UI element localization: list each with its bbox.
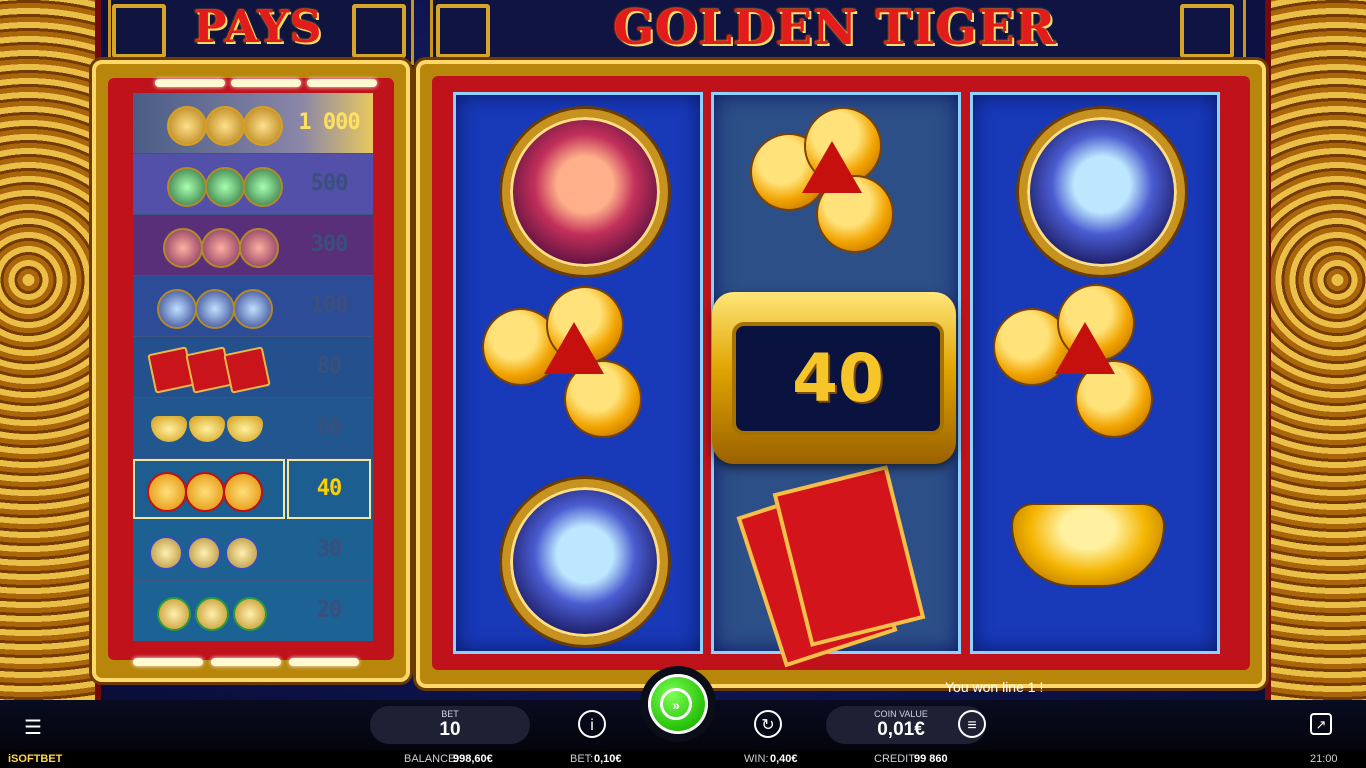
status-bet-label: BET: — [570, 753, 594, 765]
symbol-lucky-coins — [714, 95, 958, 280]
left-gold-ornament — [0, 0, 101, 700]
bet-label: BET — [441, 709, 459, 719]
win-label: WIN: — [744, 753, 769, 765]
paytable-symbol-green-knot-coins — [133, 581, 285, 641]
paytable-symbol-lucky-coins — [133, 459, 285, 519]
symbol-gold-ingot — [973, 465, 1217, 650]
paytable-symbol-red-envelope — [133, 337, 285, 397]
paytable-value: 300 — [310, 232, 349, 257]
paytable-symbol-gold-ingot — [133, 398, 285, 458]
red-ribbon — [802, 141, 862, 193]
red-ribbon — [1055, 322, 1115, 374]
paytable-value: 100 — [310, 293, 349, 318]
gold-ingot — [1013, 505, 1163, 585]
status-bet-value: 0,10€ — [594, 753, 622, 765]
balance-label: BALANCE: — [404, 753, 459, 765]
symbol-red-envelope — [714, 465, 958, 668]
paytable-row: 100 — [133, 276, 373, 337]
paytable-row: 60 — [133, 398, 373, 459]
coin-value: 0,01€ — [877, 719, 925, 740]
paytable-row: 80 — [133, 337, 373, 398]
red-ribbon — [544, 322, 604, 374]
reel-1 — [453, 92, 703, 654]
spin-icon[interactable]: » — [660, 688, 692, 720]
credit-label: CREDIT: — [874, 753, 917, 765]
paytable-row: 40 — [133, 459, 373, 520]
light-pill — [211, 658, 281, 666]
paytable-symbol-golden-tiger — [133, 93, 285, 153]
status-bar: iSOFTBET BALANCE: 998,60€ BET: 0,10€ WIN… — [0, 750, 1366, 768]
win-amount-badge: 40 — [712, 292, 956, 464]
paytable-symbol-blue-tiger — [133, 276, 285, 336]
win-message: You won line 1 ! — [945, 679, 1044, 695]
clock: 21:00 — [1310, 753, 1338, 765]
paytable-value: 1 000 — [298, 110, 360, 135]
symbol-blue-tiger — [456, 465, 700, 650]
reel-3 — [970, 92, 1220, 654]
symbol-lucky-coins — [456, 280, 700, 465]
game-stage: PAYS 1 000 500 300 100 80 60 40 30 20 GO… — [0, 0, 1366, 768]
paytable-value: 20 — [316, 598, 343, 623]
paytable-value: 500 — [310, 171, 349, 196]
symbol-lucky-coins — [973, 280, 1217, 465]
win-value: 0,40€ — [770, 753, 798, 765]
symbol-blue-tiger — [973, 95, 1217, 280]
light-pill — [289, 658, 359, 666]
bet-selector[interactable]: BET 10 — [370, 706, 530, 744]
win-amount-text: 40 — [792, 340, 884, 417]
symbol-red-tiger — [456, 95, 700, 280]
paytable-row: 20 — [133, 581, 373, 641]
blue-tiger-medallion — [502, 479, 668, 645]
paytable-row: 1 000 — [133, 93, 373, 154]
credit-value: 99 860 — [914, 753, 948, 765]
autoplay-icon[interactable]: ↻ — [754, 710, 782, 738]
coin-value-label: COIN VALUE — [874, 709, 928, 719]
win-amount-panel: 40 — [732, 322, 944, 435]
popout-icon[interactable]: ↗ — [1310, 713, 1332, 735]
paytable-value: 40 — [287, 459, 371, 519]
paytable-value: 60 — [316, 415, 343, 440]
brand-logo: iSOFTBET — [8, 753, 63, 765]
pays-title: PAYS — [193, 2, 323, 53]
light-pill — [231, 79, 301, 87]
paytable-symbol-blue-knot-coins — [133, 520, 285, 580]
light-pill — [155, 79, 225, 87]
light-pill — [307, 79, 377, 87]
paytable-symbol-red-tiger — [133, 215, 285, 275]
menu-icon[interactable]: ☰ — [24, 715, 42, 740]
right-gold-ornament — [1265, 0, 1366, 700]
red-tiger-medallion — [502, 109, 668, 275]
info-icon[interactable]: i — [578, 710, 606, 738]
blue-tiger-medallion — [1019, 109, 1185, 275]
coin-stack-icon[interactable]: ≡ — [958, 710, 986, 738]
paytable-row: 500 — [133, 154, 373, 215]
game-title: GOLDEN TIGER — [613, 0, 1057, 56]
paytable-row: 300 — [133, 215, 373, 276]
paytable-row: 30 — [133, 520, 373, 581]
paytable-value: 80 — [316, 354, 343, 379]
balance-value: 998,60€ — [453, 753, 493, 765]
paytable-value: 30 — [316, 537, 343, 562]
light-pill — [133, 658, 203, 666]
bet-value: 10 — [439, 719, 461, 740]
paytable-symbol-green-tiger — [133, 154, 285, 214]
